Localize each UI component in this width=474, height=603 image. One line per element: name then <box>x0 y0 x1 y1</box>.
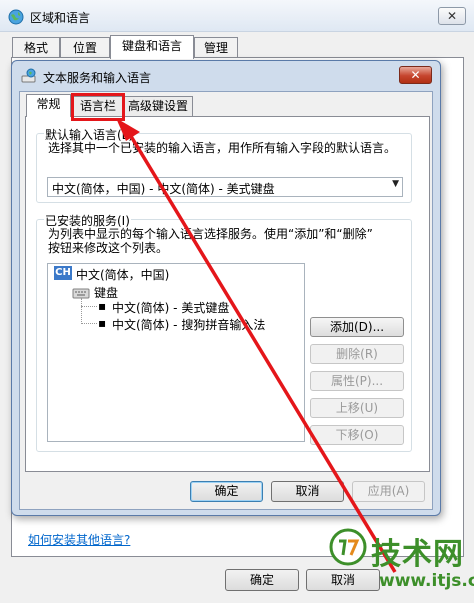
dropdown-arrow-icon: ▼ <box>392 179 399 189</box>
watermark-name: 技术网 <box>371 537 464 572</box>
move-up-button[interactable]: 上移(U) <box>310 398 404 418</box>
watermark-logo-icon <box>329 528 367 566</box>
language-bar-highlight <box>71 93 125 121</box>
tree-connector <box>81 323 97 324</box>
installed-services-tree[interactable]: CH 中文(简体，中国) 键盘 ▪ 中文(简体) - 美式键盘 ▪ 中文(简体)… <box>47 263 305 442</box>
ch-language-badge: CH <box>54 266 72 280</box>
outer-close-button[interactable]: ✕ <box>438 7 466 25</box>
tree-language-node[interactable]: 中文(简体，中国) <box>76 266 169 283</box>
default-language-description: 选择其中一个已安装的输入语言，用作所有输入字段的默认语言。 <box>48 141 397 155</box>
tab-general[interactable]: 常规 <box>26 94 71 117</box>
tab-format[interactable]: 格式 <box>12 37 60 58</box>
globe-icon <box>8 9 24 25</box>
tree-bullet-icon: ▪ <box>98 316 107 330</box>
tab-keyboard-language[interactable]: 键盘和语言 <box>110 35 194 59</box>
properties-button[interactable]: 属性(P)... <box>310 371 404 391</box>
dialog-close-button[interactable]: ✕ <box>399 66 432 84</box>
tree-service-item[interactable]: 中文(简体) - 美式键盘 <box>112 299 229 316</box>
tree-connector <box>81 306 97 307</box>
move-down-button[interactable]: 下移(O) <box>310 425 404 445</box>
tree-bullet-icon: ▪ <box>98 299 107 313</box>
tab-advanced-keys[interactable]: 高级键设置 <box>123 96 193 116</box>
installed-services-description-2: 按钮来修改这个列表。 <box>48 241 169 255</box>
default-language-value: 中文(简体，中国) - 中文(简体) - 美式键盘 <box>52 182 275 196</box>
tab-admin[interactable]: 管理 <box>194 37 238 58</box>
default-language-select[interactable]: 中文(简体，中国) - 中文(简体) - 美式键盘 ▼ <box>47 177 403 197</box>
remove-button[interactable]: 删除(R) <box>310 344 404 364</box>
add-button[interactable]: 添加(D)... <box>310 317 404 337</box>
tab-location[interactable]: 位置 <box>60 37 110 58</box>
watermark: 技术网 www.itjs.cn <box>327 528 474 600</box>
install-languages-link[interactable]: 如何安装其他语言? <box>28 531 130 548</box>
outer-ok-button[interactable]: 确定 <box>225 569 299 591</box>
tree-service-item[interactable]: 中文(简体) - 搜狗拼音输入法 <box>112 316 265 333</box>
dialog-ok-button[interactable]: 确定 <box>190 481 263 502</box>
dialog-apply-button[interactable]: 应用(A) <box>352 481 425 502</box>
installed-services-description-1: 为列表中显示的每个输入语言选择服务。使用“添加”和“删除” <box>48 227 373 241</box>
dialog-titlebar[interactable]: 文本服务和输入语言 ✕ <box>12 61 440 91</box>
keyboard-globe-icon <box>21 68 37 84</box>
watermark-url: www.itjs.cn <box>379 571 474 591</box>
outer-titlebar[interactable]: 区域和语言 ✕ <box>0 0 474 32</box>
dialog-cancel-button[interactable]: 取消 <box>271 481 344 502</box>
dialog-title: 文本服务和输入语言 <box>43 71 152 85</box>
outer-window-title: 区域和语言 <box>30 11 91 25</box>
tree-connector <box>81 298 82 324</box>
